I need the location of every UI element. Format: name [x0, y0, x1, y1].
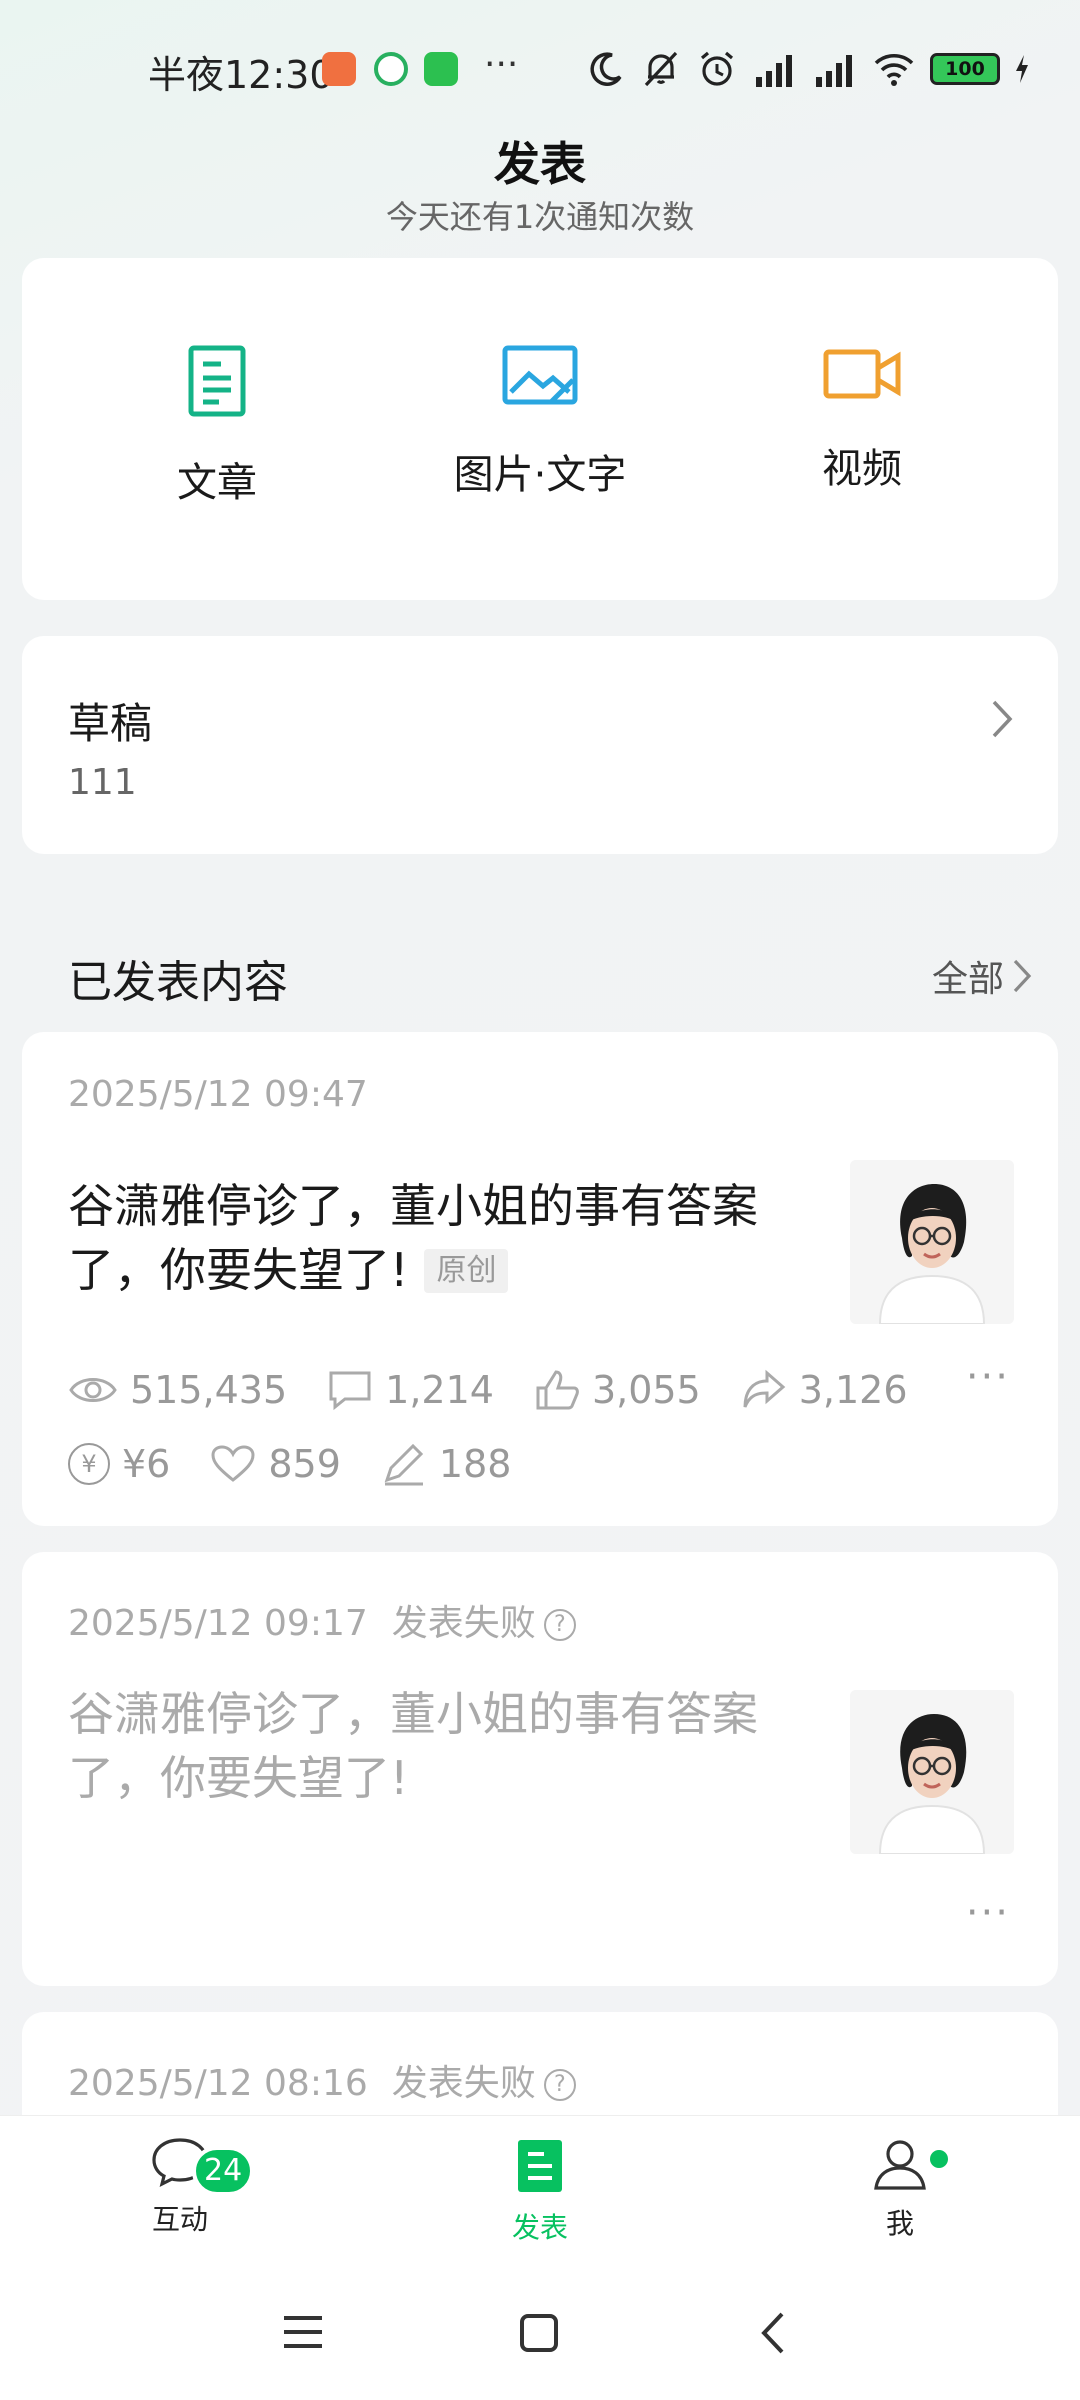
tab-interact-label: 互动	[151, 2203, 208, 2236]
favorites-stat: 859	[210, 1442, 341, 1486]
tab-interact[interactable]: 互动 24	[80, 2136, 280, 2238]
avatar-image	[850, 1690, 1014, 1854]
drafts-card[interactable]: 草稿 111	[22, 636, 1058, 854]
post-card[interactable]: 2025/5/12 09:47 谷潇雅停诊了，董小姐的事有答案了，你要失望了! 原…	[22, 1032, 1058, 1526]
wechat-icon	[424, 52, 458, 86]
post-date-row: 2025/5/12 09:17 发表失败?	[68, 1594, 576, 1646]
share-icon	[743, 1369, 786, 1408]
page-subtitle: 今天还有1次通知次数	[385, 198, 695, 236]
status-bar: 半夜12:30 ··· 100	[0, 0, 1080, 140]
article-icon	[188, 345, 246, 417]
moon-icon	[590, 52, 622, 86]
post-stats-row-1: 515,435 1,214 3,055 3,126	[68, 1368, 948, 1412]
post-date: 2025/5/12 08:16	[68, 2063, 368, 2104]
signal-icon	[756, 55, 792, 87]
menu-icon[interactable]	[282, 2312, 324, 2352]
publish-image-text-label: 图片·文字	[453, 452, 627, 498]
user-icon	[874, 2140, 926, 2190]
wifi-icon	[874, 53, 914, 86]
shares-stat: 3,126	[741, 1368, 908, 1412]
earnings-stat: ¥ ¥6	[68, 1442, 170, 1486]
post-stats-row-2: ¥ ¥6 859 188	[68, 1442, 551, 1486]
original-tag: 原创	[424, 1249, 509, 1293]
post-date: 2025/5/12 09:17	[68, 1603, 368, 1644]
mute-icon	[644, 51, 678, 87]
publish-article-label: 文章	[177, 460, 257, 506]
unread-dot	[930, 2150, 948, 2168]
battery-icon: 100	[930, 53, 1000, 85]
video-icon	[823, 349, 901, 399]
view-all-link[interactable]: 全部	[932, 950, 1032, 1002]
comments-stat: 1,214	[327, 1368, 494, 1412]
tab-me-label: 我	[885, 2207, 914, 2240]
likes-stat: 3,055	[534, 1368, 701, 1412]
charging-icon	[1016, 55, 1028, 83]
post-date-row: 2025/5/12 08:16 发表失败?	[68, 2054, 576, 2106]
status-time: 半夜12:30	[148, 53, 334, 97]
thumbs-up-icon	[536, 1370, 579, 1410]
comment-icon	[329, 1371, 371, 1411]
system-nav-bar	[0, 2290, 1080, 2380]
avatar-image	[850, 1160, 1014, 1324]
chevron-right-icon	[992, 700, 1013, 738]
publish-image-text-button[interactable]: 图片·文字	[390, 344, 690, 500]
heart-icon	[211, 1445, 255, 1482]
app-sync-icon	[374, 52, 408, 86]
post-card[interactable]: 2025/5/12 09:17 发表失败? 谷潇雅停诊了，董小姐的事有答案了，你要…	[22, 1552, 1058, 1986]
views-count: 515,435	[130, 1368, 288, 1412]
comments-count: 1,214	[385, 1368, 494, 1412]
more-options-icon[interactable]: ···	[966, 1354, 1010, 1400]
publish-options-card: 文章 图片·文字 视频	[22, 258, 1058, 600]
app-notification-icon	[322, 52, 356, 86]
yuan-icon: ¥	[68, 1443, 110, 1485]
image-text-icon	[502, 345, 578, 405]
help-icon[interactable]: ?	[543, 2069, 576, 2101]
views-stat: 515,435	[68, 1368, 287, 1412]
post-status: 发表失败	[391, 2063, 536, 2104]
more-options-icon[interactable]: ···	[966, 1890, 1010, 1936]
shares-count: 3,126	[798, 1368, 908, 1412]
publish-video-label: 视频	[822, 446, 902, 492]
post-title-text: 谷潇雅停诊了，董小姐的事有答案了，你要失望了!	[68, 1687, 758, 1805]
post-title-text: 谷潇雅停诊了，董小姐的事有答案了，你要失望了!	[68, 1179, 758, 1297]
tab-me[interactable]: 我	[800, 2136, 1000, 2242]
signal-icon-2	[816, 55, 852, 87]
view-all-label: 全部	[931, 959, 1004, 1000]
status-more: ···	[484, 44, 519, 85]
published-section-title: 已发表内容	[68, 957, 288, 1008]
publish-video-button[interactable]: 视频	[712, 344, 1012, 494]
tab-publish-label: 发表	[511, 2211, 568, 2244]
help-icon[interactable]: ?	[543, 1609, 576, 1641]
post-status: 发表失败	[391, 1603, 536, 1644]
favorites-count: 859	[268, 1442, 341, 1486]
publish-doc-icon	[518, 2140, 562, 2192]
alarm-icon	[700, 51, 734, 86]
post-date: 2025/5/12 09:47	[68, 1074, 368, 1115]
likes-count: 3,055	[591, 1368, 701, 1412]
drafts-title: 草稿	[68, 699, 153, 748]
home-icon[interactable]	[518, 2312, 560, 2354]
post-thumbnail[interactable]	[850, 1690, 1014, 1854]
page-title: 发表	[494, 137, 586, 191]
tab-publish[interactable]: 发表	[440, 2136, 640, 2246]
pencil-icon	[384, 1443, 424, 1486]
notification-badge: 24	[192, 2146, 255, 2196]
post-title[interactable]: 谷潇雅停诊了，董小姐的事有答案了，你要失望了! 原创	[68, 1174, 808, 1302]
post-thumbnail[interactable]	[850, 1160, 1014, 1324]
edits-stat: 188	[381, 1442, 512, 1486]
drafts-count: 111	[68, 762, 137, 803]
chevron-right-icon	[1013, 959, 1032, 993]
back-icon[interactable]	[758, 2310, 788, 2356]
publish-article-button[interactable]: 文章	[67, 344, 367, 508]
post-title[interactable]: 谷潇雅停诊了，董小姐的事有答案了，你要失望了!	[68, 1682, 808, 1810]
edits-count: 188	[438, 1442, 512, 1486]
earnings-value: ¥6	[122, 1442, 171, 1486]
eye-icon	[69, 1378, 117, 1402]
